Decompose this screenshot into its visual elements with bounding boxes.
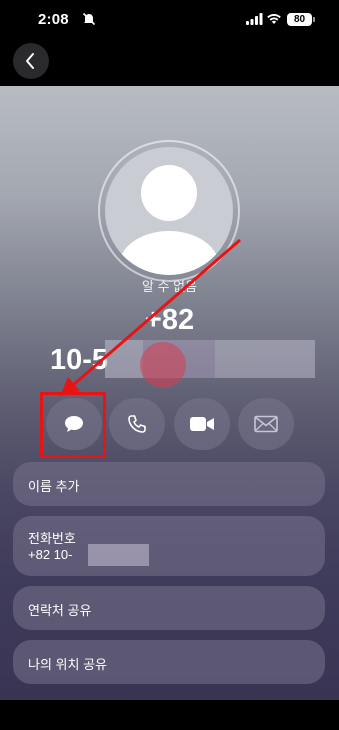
share-contact-row[interactable]: 연락처 공유 — [13, 586, 325, 630]
bottom-bar — [0, 700, 339, 730]
phone-label: 전화번호 — [28, 531, 76, 546]
phone-value: +82 10- — [28, 547, 73, 562]
share-contact-label: 연락처 공유 — [28, 603, 92, 618]
add-name-row[interactable]: 이름 추가 — [13, 462, 325, 506]
share-location-row[interactable]: 나의 위치 공유 — [13, 640, 325, 684]
phone-number-row[interactable]: 전화번호 +82 10- — [13, 516, 325, 576]
add-name-label: 이름 추가 — [28, 479, 80, 494]
redaction-blur — [88, 544, 149, 566]
share-location-label: 나의 위치 공유 — [28, 657, 107, 672]
